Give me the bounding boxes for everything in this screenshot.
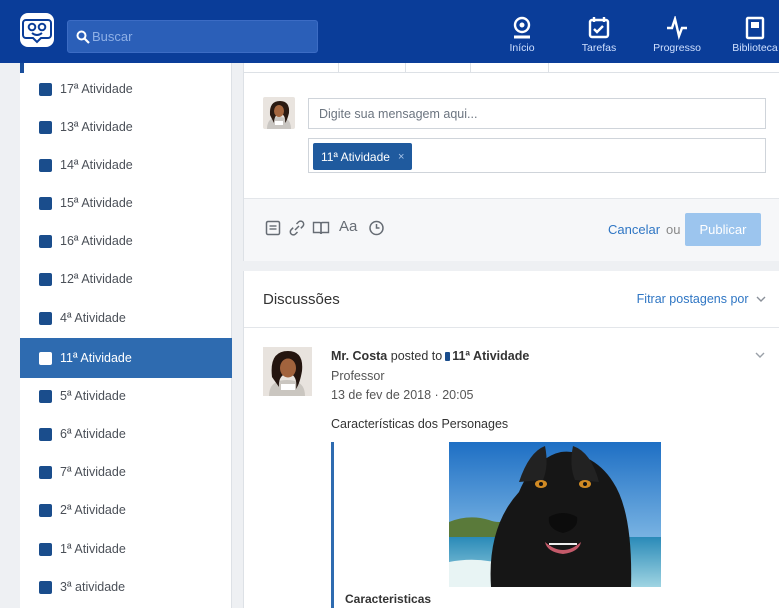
or-text: ou	[666, 222, 681, 237]
post-author-line: Mr. Costa posted to 11ª Atividade	[331, 349, 529, 363]
post-group-name[interactable]: 11ª Atividade	[452, 349, 529, 363]
sidebar-item-16[interactable]: 16ª Atividade	[20, 222, 232, 260]
app-logo-icon[interactable]	[20, 13, 54, 47]
message-input[interactable]: Digite sua mensagem aqui...	[308, 98, 766, 129]
note-icon[interactable]	[265, 219, 281, 237]
nav-tarefas[interactable]: Tarefas	[579, 16, 619, 60]
activity-color-icon	[39, 389, 52, 403]
post-options-chevron-icon[interactable]	[755, 351, 765, 359]
activity-color-icon	[39, 503, 52, 517]
sidebar-item-label: 11ª Atividade	[60, 351, 132, 365]
sidebar-item-label: 7ª Atividade	[60, 465, 126, 479]
activity-color-icon	[39, 196, 52, 210]
sidebar-item-7[interactable]: 7ª Atividade	[20, 453, 232, 491]
feed-header: Discussões Fitrar postagens por	[244, 271, 779, 328]
activity-color-icon	[39, 158, 52, 172]
sidebar-item-6[interactable]: 6ª Atividade	[20, 415, 232, 453]
sidebar-item-label: 12ª Atividade	[60, 272, 133, 286]
compose-toolbar: Aa Cancelar ou Publicar	[244, 198, 779, 261]
sidebar-item-13[interactable]: 13ª Atividade	[20, 108, 232, 146]
sidebar-item-11[interactable]: 11ª Atividade	[20, 338, 232, 378]
nav-biblioteca-label: Biblioteca	[732, 42, 778, 54]
sidebar-item-label: 15ª Atividade	[60, 196, 133, 210]
sidebar-item-5[interactable]: 5ª Atividade	[20, 377, 232, 415]
group-color-icon	[445, 352, 451, 361]
top-navigation-bar: Início Tarefas Progresso Biblioteca	[0, 0, 779, 63]
nav-progresso-label: Progresso	[653, 42, 701, 54]
activity-color-icon	[39, 120, 52, 134]
sidebar-item-label: 14ª Atividade	[60, 158, 133, 172]
chevron-down-icon	[756, 296, 766, 302]
nav-biblioteca[interactable]: Biblioteca	[731, 16, 779, 60]
search-input[interactable]	[92, 21, 312, 52]
sidebar-item-label: 3ª atividade	[60, 580, 126, 594]
filter-posts-dropdown[interactable]: Fitrar postagens por	[637, 292, 766, 306]
sidebar-item-label: 13ª Atividade	[60, 120, 133, 134]
post-attachment[interactable]: Caracteristicas	[331, 442, 771, 608]
sidebar-item-14[interactable]: 14ª Atividade	[20, 146, 232, 184]
activity-color-icon	[39, 351, 52, 365]
recipient-tag-label: 11ª Atividade	[321, 149, 390, 164]
progress-icon	[667, 16, 687, 40]
sidebar-item-label: 4ª Atividade	[60, 311, 126, 325]
nav-inicio-label: Início	[509, 42, 535, 54]
sidebar-item-2[interactable]: 2ª Atividade	[20, 491, 232, 529]
post-body-text: Características dos Personages	[331, 417, 509, 431]
cancel-link[interactable]: Cancelar	[608, 222, 660, 237]
nav-inicio[interactable]: Início	[505, 16, 539, 60]
activity-sidebar: 17ª Atividade 13ª Atividade 14ª Atividad…	[20, 63, 232, 608]
activity-color-icon	[39, 580, 52, 594]
attachment-title: Caracteristicas	[345, 592, 432, 606]
schedule-clock-icon[interactable]	[368, 219, 385, 237]
activity-color-icon	[39, 82, 52, 96]
compose-tab-strip	[244, 63, 779, 73]
compose-panel: Digite sua mensagem aqui... 11ª Atividad…	[243, 63, 779, 261]
sidebar-item-3[interactable]: 3ª atividade	[20, 568, 232, 606]
attachment-wolf-image	[449, 442, 661, 587]
post-author-avatar[interactable]	[263, 347, 312, 396]
post-author-name[interactable]: Mr. Costa	[331, 349, 387, 363]
posted-to-text: posted to	[390, 349, 443, 363]
sidebar-item-15[interactable]: 15ª Atividade	[20, 184, 232, 222]
feed-title: Discussões	[263, 291, 340, 308]
sidebar-item-1[interactable]: 1ª Atividade	[20, 530, 232, 568]
tasks-icon	[588, 17, 610, 39]
link-icon[interactable]	[288, 219, 306, 237]
post-author-role: Professor	[331, 369, 385, 383]
activity-color-icon	[39, 272, 52, 286]
discussion-feed: Discussões Fitrar postagens por Mr. Cost…	[243, 271, 779, 608]
remove-tag-icon[interactable]: ×	[398, 151, 404, 163]
sidebar-item-label: 2ª Atividade	[60, 503, 126, 517]
current-user-avatar	[263, 97, 295, 129]
post-timestamp: 13 de fev de 2018 · 20:05	[331, 388, 474, 402]
library-icon	[745, 16, 765, 40]
activity-color-icon	[39, 542, 52, 556]
recipient-tag: 11ª Atividade ×	[313, 143, 413, 170]
library-book-icon[interactable]	[312, 219, 330, 237]
search-box	[67, 20, 318, 53]
sidebar-item-label: 6ª Atividade	[60, 427, 126, 441]
home-icon	[513, 16, 531, 39]
sidebar-item-label: 16ª Atividade	[60, 234, 133, 248]
sidebar-item-label: 17ª Atividade	[60, 82, 133, 96]
recipients-field[interactable]: 11ª Atividade ×	[308, 138, 766, 173]
activity-color-icon	[39, 427, 52, 441]
activity-color-icon	[39, 311, 52, 325]
nav-tarefas-label: Tarefas	[581, 42, 617, 54]
sidebar-item-label: 5ª Atividade	[60, 389, 126, 403]
filter-posts-label: Fitrar postagens por	[636, 292, 749, 306]
text-format-icon[interactable]: Aa	[339, 218, 357, 236]
sidebar-item-label: 1ª Atividade	[60, 542, 126, 556]
search-icon	[76, 30, 90, 44]
activity-color-icon	[39, 234, 52, 248]
sidebar-item-12[interactable]: 12ª Atividade	[20, 260, 232, 298]
activity-color-icon	[39, 465, 52, 479]
nav-progresso[interactable]: Progresso	[651, 16, 703, 60]
publish-button[interactable]: Publicar	[685, 213, 761, 246]
sidebar-item-17[interactable]: 17ª Atividade	[20, 70, 232, 108]
sidebar-item-4[interactable]: 4ª Atividade	[20, 299, 232, 337]
